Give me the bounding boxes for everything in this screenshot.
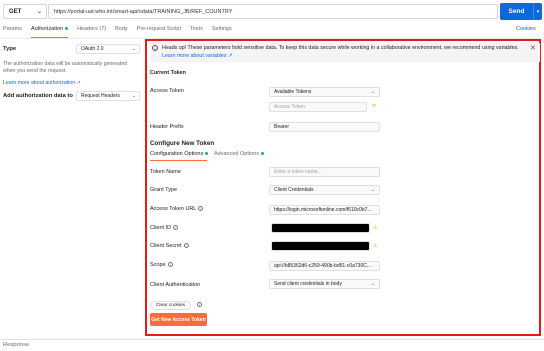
client-id-label: Client ID i <box>150 225 179 231</box>
auth-type-select[interactable]: OAuth 2.0 ⌄ <box>76 44 140 54</box>
scope-label-text: Scope <box>150 262 166 268</box>
client-id-field[interactable] <box>271 223 370 233</box>
info-icon: i <box>152 45 158 51</box>
url-input[interactable]: https://portal-uat.who.int/smart-api/oda… <box>48 4 498 19</box>
chevron-down-icon: ⌄ <box>131 93 136 99</box>
configure-new-token-title: Configure New Token <box>150 140 215 147</box>
header-prefix-field[interactable]: Bearer <box>269 122 380 132</box>
chevron-down-icon: ⌄ <box>370 281 375 287</box>
method-select[interactable]: GET ⌄ <box>3 4 47 19</box>
client-auth-label: Client Authentication <box>150 282 201 288</box>
chevron-down-icon: ⌄ <box>36 9 42 15</box>
tab-label: Body <box>115 26 128 32</box>
client-secret-field[interactable] <box>271 241 370 251</box>
access-token-label: Access Token <box>150 88 184 94</box>
learn-more-variables-link[interactable]: Learn more about variables ↗ <box>162 53 232 59</box>
clear-cookies-button[interactable]: Clear cookies <box>150 301 191 310</box>
refresh-token-icon[interactable]: ⟳ <box>372 103 376 109</box>
available-tokens-value: Available Tokens <box>274 89 312 95</box>
banner-text: Heads up! These parameters hold sensitiv… <box>162 45 519 51</box>
active-subtab-underline <box>150 160 207 162</box>
add-auth-data-label: Add authorization data to <box>3 93 73 99</box>
tab-label: Authorization <box>30 26 64 32</box>
status-dot-icon <box>260 152 264 156</box>
tab-label: Configuration Options <box>150 151 204 157</box>
client-auth-select[interactable]: Send client credentials in body ⌄ <box>269 279 380 289</box>
access-token-url-field[interactable]: https://login.microsoftonline.com/f610c0… <box>269 205 380 215</box>
client-id-label-text: Client ID <box>150 225 172 231</box>
learn-more-authorization-link[interactable]: Learn more about authorization ↗ <box>3 80 81 86</box>
token-name-label: Token Name <box>150 169 181 175</box>
tab-headers[interactable]: Headers (7) <box>77 26 106 38</box>
lock-icon: ⚠ <box>373 225 378 231</box>
chevron-down-icon: ⌄ <box>370 89 375 95</box>
tab-label: Params <box>3 26 22 32</box>
auth-type-label: Type <box>3 46 17 52</box>
get-new-access-token-button[interactable]: Get New Access Token <box>150 313 207 326</box>
tab-pre-request-script[interactable]: Pre-request Script <box>137 26 181 38</box>
tab-label: Settings <box>211 26 232 32</box>
grant-type-label: Grant Type <box>150 187 178 193</box>
info-icon: i <box>173 225 179 231</box>
tab-authorization[interactable]: Authorization <box>30 26 69 38</box>
tab-label: Pre-request Script <box>136 26 181 32</box>
response-divider <box>0 339 544 340</box>
token-name-field[interactable]: Enter a token name... <box>269 167 380 177</box>
info-icon: i <box>197 302 202 308</box>
client-secret-label: Client Secret i <box>150 243 189 249</box>
status-dot-icon <box>205 152 209 156</box>
method-value: GET <box>9 8 22 15</box>
clear-cookies-label: Clear cookies <box>155 303 186 308</box>
auth-description: The authorization data will be automatic… <box>3 61 127 74</box>
status-dot-icon <box>65 27 69 31</box>
response-label[interactable]: Response <box>3 342 29 348</box>
tab-params[interactable]: Params <box>3 26 22 38</box>
tab-label: Tests <box>189 26 203 32</box>
info-icon: i <box>198 206 204 212</box>
chevron-down-icon: ⌄ <box>370 187 375 193</box>
header-prefix-label: Header Prefix <box>150 124 184 130</box>
lock-icon: ⚠ <box>373 243 378 249</box>
tab-label: Headers (7) <box>77 26 107 32</box>
tab-body[interactable]: Body <box>115 26 128 38</box>
access-token-url-label: Access Token URL i <box>150 206 204 212</box>
add-auth-data-select[interactable]: Request Headers ⌄ <box>76 91 140 101</box>
client-auth-value: Send client credentials in body <box>274 281 342 287</box>
current-token-title: Current Token <box>150 70 186 76</box>
tab-advanced-options[interactable]: Advanced Options <box>214 151 264 157</box>
tab-label: Advanced Options <box>214 151 259 157</box>
access-token-url-label-text: Access Token URL <box>150 206 197 212</box>
add-auth-data-value: Request Headers <box>81 93 120 99</box>
scope-label: Scope i <box>150 262 173 268</box>
client-secret-label-text: Client Secret <box>150 243 182 249</box>
info-icon: i <box>167 262 173 268</box>
clear-cookies-info: i <box>195 302 202 308</box>
available-tokens-select[interactable]: Available Tokens ⌄ <box>269 87 380 97</box>
send-options-chevron-icon[interactable]: ▾ <box>533 3 542 20</box>
tab-settings[interactable]: Settings <box>212 26 232 38</box>
info-icon: i <box>183 243 189 249</box>
auth-type-value: OAuth 2.0 <box>81 46 104 52</box>
close-icon[interactable]: ✕ <box>530 44 536 52</box>
request-tabs: Params Authorization Headers (7) Body Pr… <box>3 26 241 38</box>
access-token-field[interactable]: Access Token <box>269 102 367 112</box>
send-button[interactable]: Send <box>500 3 533 20</box>
tab-configuration-options[interactable]: Configuration Options <box>150 151 209 157</box>
grant-type-value: Client Credentials <box>274 187 314 193</box>
chevron-down-icon: ⌄ <box>131 46 136 52</box>
grant-type-select[interactable]: Client Credentials ⌄ <box>269 185 380 195</box>
scope-field[interactable]: api://b85362d6-c259-490b-bd51-c0a730C... <box>269 261 380 271</box>
tab-tests[interactable]: Tests <box>190 26 203 38</box>
cookies-link[interactable]: Cookies <box>516 26 536 32</box>
